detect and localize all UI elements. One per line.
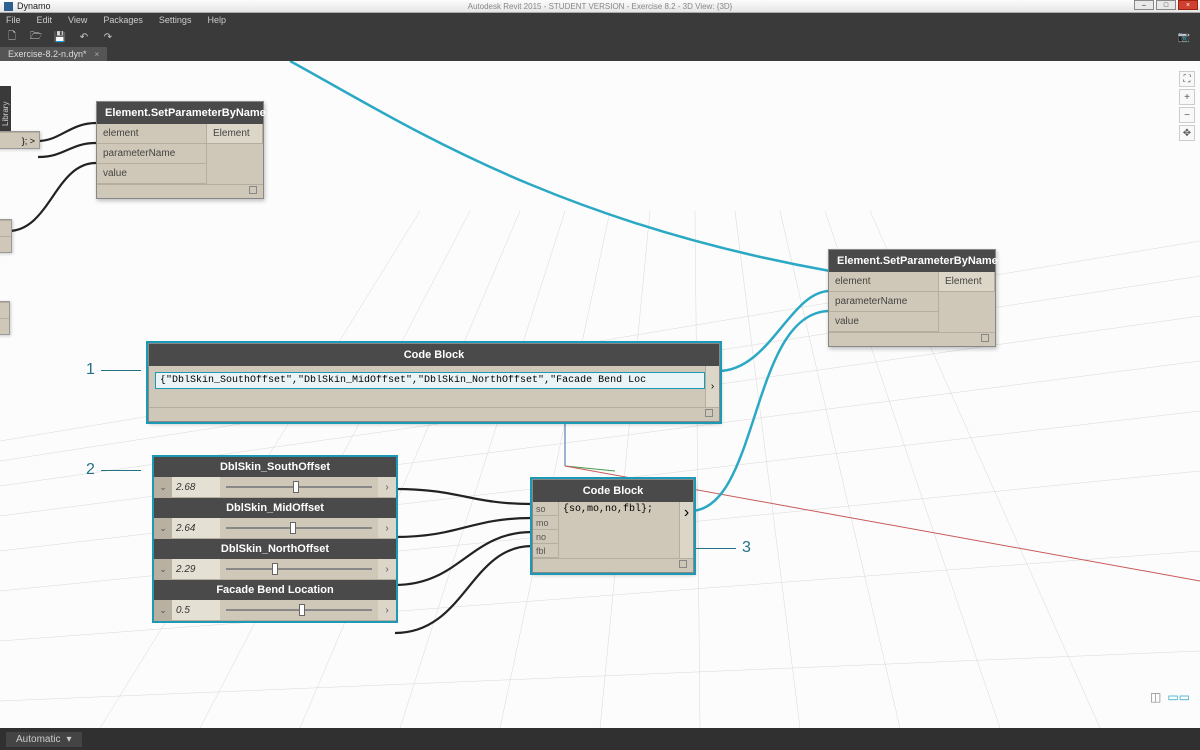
port-parametername[interactable]: parameterName	[97, 144, 207, 164]
codeblock2-in-mo[interactable]: mo	[533, 516, 559, 530]
port-element[interactable]: element	[829, 272, 939, 292]
maximize-button[interactable]: □	[1156, 0, 1176, 10]
slider-1-title: DblSkin_SouthOffset	[154, 457, 396, 477]
slider-2-expand-icon[interactable]: ⌄	[154, 518, 172, 538]
zoom-fit-icon[interactable]: ⛶	[1179, 71, 1195, 87]
codeblock-out-port[interactable]: ›	[705, 366, 719, 407]
menu-settings[interactable]: Settings	[159, 15, 192, 25]
partial-port	[0, 220, 11, 236]
node-partial-top[interactable]: }; >	[0, 131, 40, 149]
save-icon[interactable]: 💾	[54, 31, 66, 43]
node-title: Element.SetParameterByName	[829, 250, 995, 272]
slider-2-value[interactable]: 2.64	[172, 518, 220, 538]
window-title: Autodesk Revit 2015 - STUDENT VERSION - …	[468, 2, 733, 11]
run-mode-dropdown[interactable]: Automatic ▾	[6, 732, 82, 747]
node-title: Code Block	[533, 480, 693, 502]
menu-edit[interactable]: Edit	[37, 15, 53, 25]
zoom-out-icon[interactable]: −	[1179, 107, 1195, 123]
screenshot-icon[interactable]: 📷	[1178, 31, 1190, 43]
run-mode-label: Automatic	[16, 734, 60, 745]
app-icon	[4, 2, 13, 11]
document-tab[interactable]: Exercise-8.2-n.dyn* ×	[0, 47, 107, 61]
slider-1-value[interactable]: 2.68	[172, 477, 220, 497]
slider-4-out-port[interactable]: ›	[378, 600, 396, 620]
menu-bar: File Edit View Packages Settings Help	[0, 13, 1200, 27]
undo-icon[interactable]: ↶	[78, 31, 90, 43]
graph-canvas[interactable]: Library }; > Element.SetParameterByName …	[0, 61, 1200, 728]
slider-2-title: DblSkin_MidOffset	[154, 498, 396, 518]
codeblock2-in-no[interactable]: no	[533, 530, 559, 544]
minimize-button[interactable]: –	[1134, 0, 1154, 10]
node-title: Code Block	[149, 344, 719, 366]
partial-port: }; >	[22, 136, 35, 146]
slider-3-out-port[interactable]: ›	[378, 559, 396, 579]
document-tab-name: Exercise-8.2-n.dyn*	[8, 49, 87, 59]
slider-2-track[interactable]	[220, 518, 378, 538]
codeblock2-out-port[interactable]: ›	[679, 502, 693, 558]
slider-3-value[interactable]: 2.29	[172, 559, 220, 579]
codeblock-code-input[interactable]	[155, 372, 705, 389]
slider-1-out-port[interactable]: ›	[378, 477, 396, 497]
port-out-element[interactable]: Element	[207, 124, 263, 144]
node-codeblock-2[interactable]: Code Block so mo no fbl {so,mo,no,fbl}; …	[532, 479, 694, 573]
port-parametername[interactable]: parameterName	[829, 292, 939, 312]
zoom-controls: ⛶ + − ✥	[1179, 71, 1195, 141]
zoom-in-icon[interactable]: +	[1179, 89, 1195, 105]
port-out-element[interactable]: Element	[939, 272, 995, 292]
view-mode-icons: ◫ ▭▭	[1150, 690, 1190, 704]
close-button[interactable]: ×	[1178, 0, 1198, 10]
document-tab-close-icon[interactable]: ×	[95, 50, 100, 59]
partial-port	[0, 318, 9, 334]
slider-2-out-port[interactable]: ›	[378, 518, 396, 538]
new-file-icon[interactable]: 🗋	[6, 31, 18, 43]
port-value[interactable]: value	[97, 164, 207, 184]
partial-port	[0, 302, 9, 318]
menu-help[interactable]: Help	[207, 15, 226, 25]
slider-1-expand-icon[interactable]: ⌄	[154, 477, 172, 497]
codeblock2-in-so[interactable]: so	[533, 502, 559, 516]
menu-packages[interactable]: Packages	[103, 15, 143, 25]
node-setparameter-2[interactable]: Element.SetParameterByName element param…	[828, 249, 996, 347]
node-footer	[533, 558, 693, 572]
node-partial-bottom[interactable]	[0, 301, 10, 335]
menu-file[interactable]: File	[6, 15, 21, 25]
node-codeblock-1[interactable]: Code Block ›	[148, 343, 720, 422]
slider-3-title: DblSkin_NorthOffset	[154, 539, 396, 559]
node-footer	[149, 407, 719, 421]
annotation-1: 1	[86, 361, 141, 379]
chevron-down-icon: ▾	[66, 734, 71, 745]
redo-icon[interactable]: ↷	[102, 31, 114, 43]
toolbar: 🗋 🗁 💾 ↶ ↷ 📷	[0, 27, 1200, 47]
slider-4-value[interactable]: 0.5	[172, 600, 220, 620]
node-setparameter-1[interactable]: Element.SetParameterByName element param…	[96, 101, 264, 199]
geometry-view-icon[interactable]: ◫	[1150, 690, 1161, 704]
slider-4-track[interactable]	[220, 600, 378, 620]
slider-1-track[interactable]	[220, 477, 378, 497]
port-element[interactable]: element	[97, 124, 207, 144]
menu-view[interactable]: View	[68, 15, 87, 25]
node-partial-mid[interactable]	[0, 219, 12, 253]
node-title: Element.SetParameterByName	[97, 102, 263, 124]
document-tabs: Exercise-8.2-n.dyn* ×	[0, 47, 1200, 61]
annotation-2: 2	[86, 461, 141, 479]
window-titlebar: Dynamo Autodesk Revit 2015 - STUDENT VER…	[0, 0, 1200, 13]
open-file-icon[interactable]: 🗁	[30, 31, 42, 43]
codeblock2-in-fbl[interactable]: fbl	[533, 544, 559, 558]
annotation-3: 3	[696, 539, 751, 557]
node-slider-group[interactable]: DblSkin_SouthOffset ⌄ 2.68 › DblSkin_Mid…	[154, 457, 396, 621]
slider-3-expand-icon[interactable]: ⌄	[154, 559, 172, 579]
graph-view-icon[interactable]: ▭▭	[1167, 690, 1190, 704]
status-bar: Automatic ▾	[0, 728, 1200, 750]
partial-port	[0, 236, 11, 252]
slider-4-title: Facade Bend Location	[154, 580, 396, 600]
node-footer	[97, 184, 263, 198]
port-value[interactable]: value	[829, 312, 939, 332]
pan-icon[interactable]: ✥	[1179, 125, 1195, 141]
node-footer	[829, 332, 995, 346]
slider-3-track[interactable]	[220, 559, 378, 579]
slider-4-expand-icon[interactable]: ⌄	[154, 600, 172, 620]
codeblock2-code[interactable]: {so,mo,no,fbl};	[559, 502, 679, 558]
app-name: Dynamo	[17, 1, 51, 11]
